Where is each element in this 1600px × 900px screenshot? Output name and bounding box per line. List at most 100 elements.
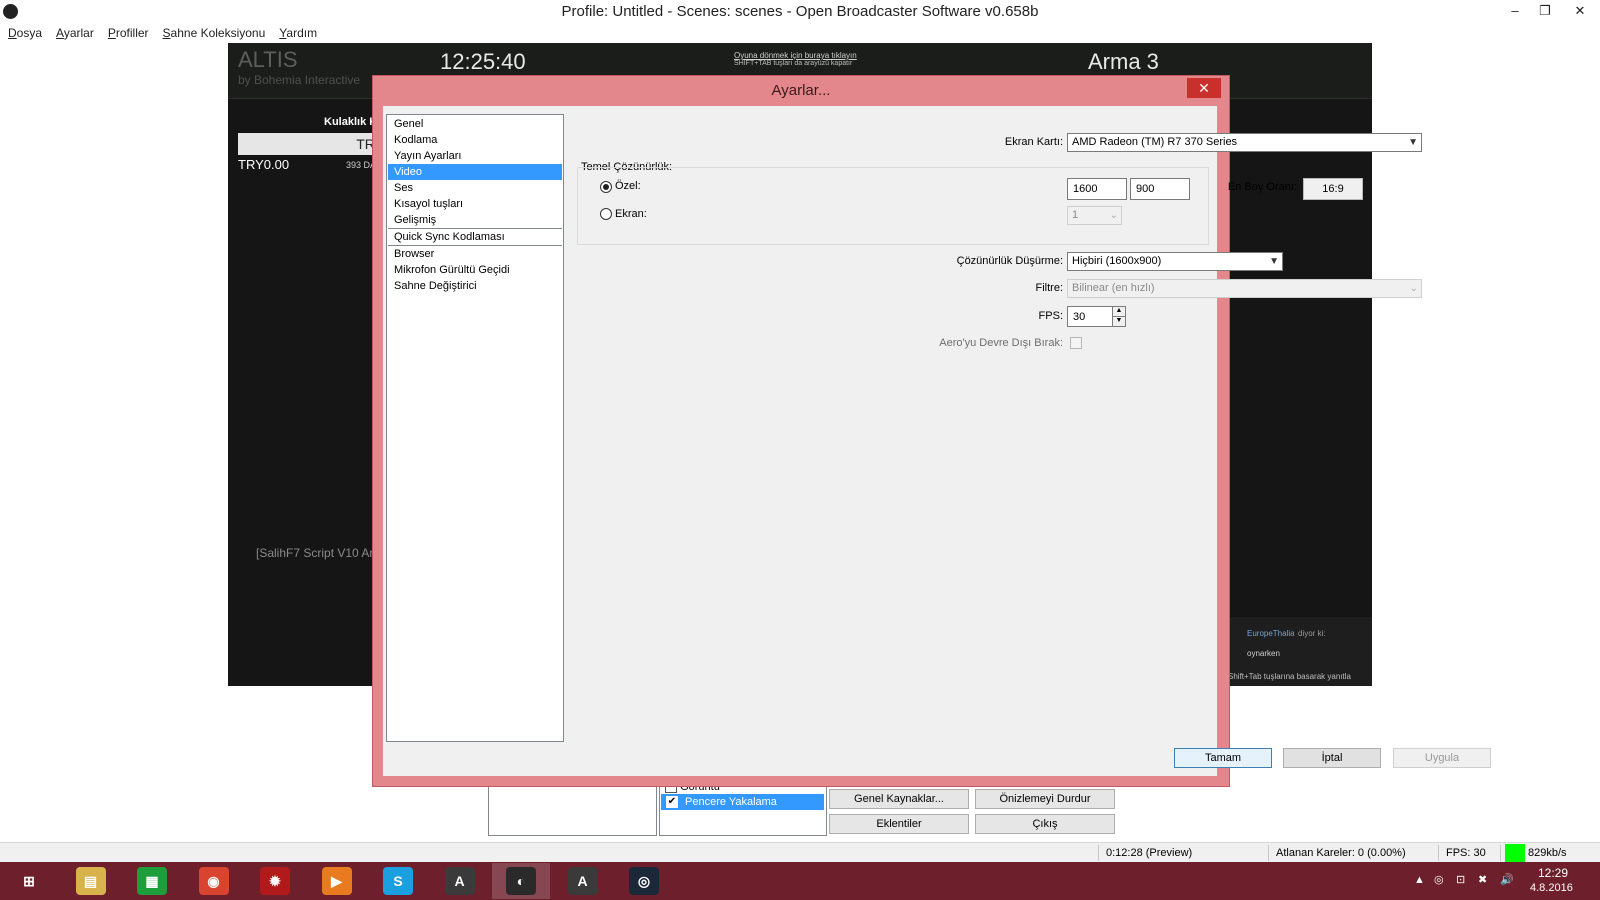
monitor-select[interactable]: 1 ⌄ [1067,206,1122,225]
balance-amount: TRY0.00 [238,157,290,172]
aero-checkbox[interactable] [1070,337,1082,349]
overlay-return-link[interactable]: Oyuna dönmek için buraya tıklayın [734,51,857,60]
gpu-select[interactable]: AMD Radeon (TM) R7 370 Series ▼ [1067,133,1422,152]
ok-button[interactable]: Tamam [1174,748,1272,768]
nav-item-kisayol-tuslari[interactable]: Kısayol tuşları [388,196,562,212]
taskbar-app[interactable]: ◐ [492,863,550,899]
nav-item-mikrofon-gurultu-gecidi[interactable]: Mikrofon Gürültü Geçidi [388,262,562,278]
status-divider [1438,845,1439,861]
chevron-down-icon: ▼ [1408,137,1418,148]
monitor-resolution-radio[interactable] [600,208,612,220]
nav-item-browser[interactable]: Browser [388,246,562,262]
status-dropped-frames: Atlanan Kareler: 0 (0.00%) [1276,847,1406,859]
overlay-clock: 12:25:40 [440,49,526,74]
window-titlebar: Profile: Untitled - Scenes: scenes - Ope… [0,0,1600,24]
fps-down-arrow-icon[interactable]: ▼ [1112,316,1126,327]
taskbar-clock[interactable]: 12:29 [1538,866,1568,880]
taskbar-app[interactable]: ▦ [123,863,181,899]
sources-list[interactable]: Görüntü ✔ Pencere Yakalama [659,781,827,836]
network-tray-icon[interactable]: ⊡ [1456,873,1465,886]
status-divider [1098,845,1099,861]
custom-resolution-radio[interactable] [600,181,612,193]
status-divider [1268,845,1269,861]
source-item-pencere-yakalama[interactable]: ✔ Pencere Yakalama [661,794,824,810]
nav-item-yayin-ayarlari[interactable]: Yayın Ayarları [388,148,562,164]
show-hidden-icons[interactable]: ▲ [1414,874,1425,886]
menubar: Dosya Ayarlar Profiller Sahne Koleksiyonu Ya… [0,24,1600,42]
fps-input[interactable]: 30 [1067,306,1113,327]
scenes-list[interactable] [488,784,657,836]
downscale-label: Çözünürlük Düşürme: [956,255,1063,267]
nav-item-quick-sync[interactable]: Quick Sync Kodlaması [388,229,562,245]
menu-dosya[interactable]: Dosya [8,24,42,42]
nav-item-kodlama[interactable]: Kodlama [388,132,562,148]
nav-item-gelismis[interactable]: Gelişmiş [388,212,562,228]
menu-sahne-koleksiyonu[interactable]: Sahne Koleksiyonu [163,24,266,42]
store-icon: ▦ [137,867,167,895]
apply-button[interactable]: Uygula [1393,748,1491,768]
map-subtitle: by Bohemia Interactive [238,73,361,87]
close-window-button[interactable]: ✕ [1560,0,1600,22]
nav-item-video[interactable]: Video [388,164,562,180]
taskbar-app[interactable]: A [431,863,489,899]
settings-dialog: Ayarlar... ✕ Genel Kodlama Yayın Ayarlar… [372,75,1491,787]
chevron-down-icon: ▼ [1269,256,1279,267]
action-center-icon[interactable]: ✖ [1478,873,1487,886]
plugins-button[interactable]: Eklentiler [829,814,969,834]
cancel-button[interactable]: İptal [1283,748,1381,768]
minimize-button[interactable]: – [1500,0,1530,22]
menu-yardim[interactable]: Yardım [279,24,317,42]
dialog-client-area: Genel Kodlama Yayın Ayarları Video Ses K… [383,106,1491,776]
taskbar: ⊞ ▤ ▦ ◉ ✹ ▶ S A ◐ A ◎ ▲ ◎ ⊡ ✖ 🔊 12:29 4.8.2016 [0,862,1600,900]
chevron-down-icon: ⌄ [1109,210,1118,221]
price-box: TRY [238,133,384,155]
chat-reply-hint: Shift+Tab tuşlarına basarak yanıtla [1228,672,1351,681]
taskbar-app[interactable]: ▤ [62,863,120,899]
taskbar-app[interactable]: ▶ [308,863,366,899]
exit-button[interactable]: Çıkış [975,814,1115,834]
maximize-button[interactable]: ❐ [1530,0,1560,22]
global-sources-button[interactable]: Genel Kaynaklar... [829,789,969,809]
steam-icon: ◎ [629,867,659,895]
taskbar-app[interactable]: ⊞ [0,863,58,899]
obs-icon: ◐ [506,867,536,895]
steam-tray-icon[interactable]: ◎ [1434,873,1444,886]
custom-height-input[interactable]: 900 [1130,178,1190,200]
taskbar-date[interactable]: 4.8.2016 [1530,882,1573,894]
taskbar-app[interactable]: A [554,863,612,899]
media-player-icon: ▶ [321,867,352,895]
taskbar-app[interactable]: ◎ [615,863,673,899]
status-fps: FPS: 30 [1446,847,1486,859]
overlay-shift-tab-hint: SHIFT+TAB tuşları da arayüzü kapatır [734,60,853,67]
downscale-select[interactable]: Hiçbiri (1600x900) ▼ [1067,252,1283,271]
dialog-title: Ayarlar... [771,82,831,99]
taskbar-app[interactable]: ◉ [185,863,243,899]
map-title: ALTIS [238,47,298,72]
filter-select[interactable]: Bilinear (en hızlı) ⌄ [1067,279,1422,298]
source-checkbox-checked[interactable]: ✔ [666,796,678,808]
volume-icon[interactable]: 🔊 [1500,873,1514,886]
status-bar: 0:12:28 (Preview) Atlanan Kareler: 0 (0.… [0,842,1600,863]
taskbar-app[interactable]: ✹ [246,863,304,899]
chat-user: EuropeThalia [1247,629,1295,638]
chrome-icon: ◉ [198,867,229,895]
dialog-close-button[interactable]: ✕ [1187,78,1221,98]
menu-profiller[interactable]: Profiller [108,24,149,42]
overlay-game-name: Arma 3 [1088,49,1159,74]
script-text: [SalihF7 Script V10 Ar [256,546,374,560]
game-launcher-icon: ✹ [260,867,290,895]
nav-item-genel[interactable]: Genel [388,116,562,132]
taskbar-app[interactable]: S [369,863,427,899]
settings-nav-list[interactable]: Genel Kodlama Yayın Ayarları Video Ses K… [386,114,564,742]
menu-ayarlar[interactable]: Ayarlar [56,24,94,42]
nav-item-sahne-degistirici[interactable]: Sahne Değiştirici [388,278,562,294]
stop-preview-button[interactable]: Önizlemeyi Durdur [975,789,1115,809]
bitrate-indicator [1505,844,1525,862]
aspect-ratio-label: En Boy Oranı: [1227,181,1297,193]
arma3-icon: A [567,867,598,895]
skype-icon: S [383,867,413,895]
custom-width-input[interactable]: 1600 [1067,178,1127,200]
chat-message: oynarken [1247,649,1280,658]
nav-item-ses[interactable]: Ses [388,180,562,196]
file-explorer-icon: ▤ [75,867,106,895]
